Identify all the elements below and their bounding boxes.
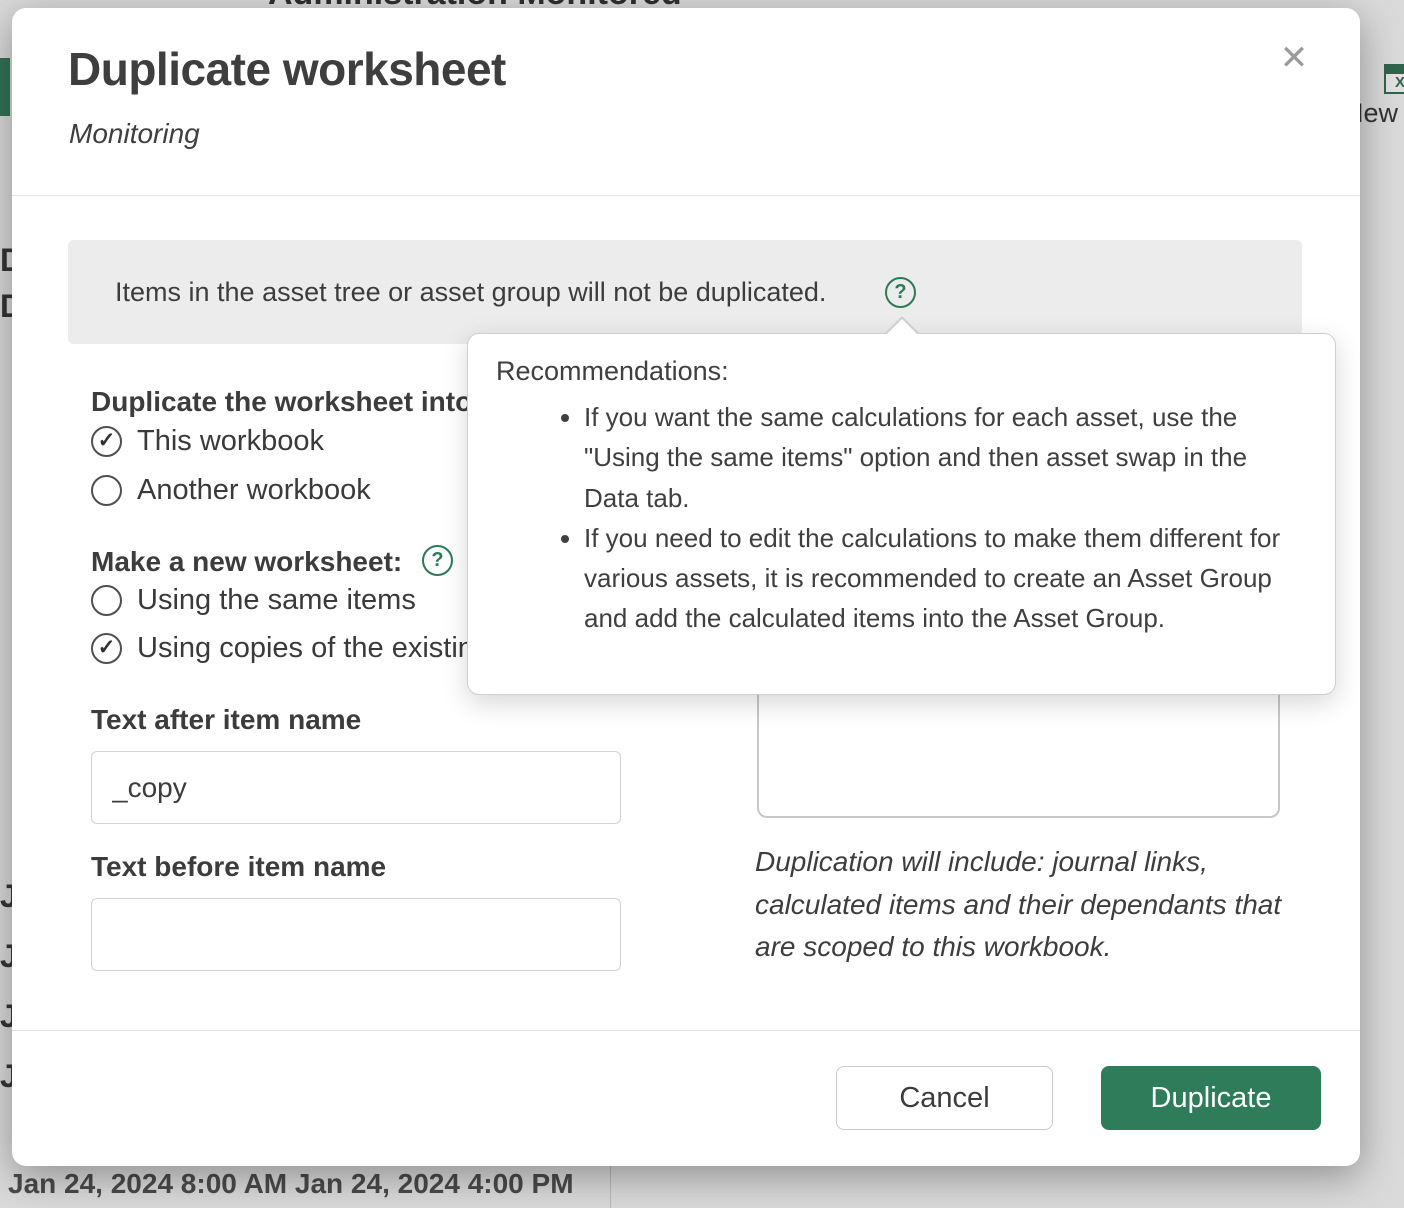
radio-icon: ✓ xyxy=(91,426,122,457)
cancel-button[interactable]: Cancel xyxy=(836,1066,1053,1130)
duplication-note: Duplication will include: journal links,… xyxy=(755,841,1285,969)
radio-icon xyxy=(91,585,122,616)
banner-help-icon[interactable]: ? xyxy=(885,277,916,308)
screenshot-stage: Administration Monitored X New Mo D D J … xyxy=(0,0,1404,1208)
new-worksheet-label: Make a new worksheet: xyxy=(91,546,402,578)
tooltip-bullet-list: If you want the same calculations for ea… xyxy=(496,397,1309,639)
tooltip-title: Recommendations: xyxy=(496,356,1309,387)
footer-divider xyxy=(12,1030,1360,1031)
radio-label: Using the same items xyxy=(137,584,416,617)
radio-this-workbook[interactable]: ✓ This workbook xyxy=(91,424,324,458)
text-after-input[interactable] xyxy=(91,751,621,824)
tooltip-bullet: If you need to edit the calculations to … xyxy=(584,518,1309,639)
radio-same-items[interactable]: Using the same items xyxy=(91,583,416,617)
radio-check-glyph: ✓ xyxy=(98,430,116,451)
radio-icon xyxy=(91,475,122,506)
text-before-input[interactable] xyxy=(91,898,621,971)
info-banner: Items in the asset tree or asset group w… xyxy=(68,240,1302,344)
info-banner-text: Items in the asset tree or asset group w… xyxy=(115,277,867,308)
radio-check-glyph: ✓ xyxy=(98,637,116,658)
modal-subtitle: Monitoring xyxy=(69,118,200,150)
radio-label: Another workbook xyxy=(137,474,371,507)
text-after-label: Text after item name xyxy=(91,704,361,736)
text-before-label: Text before item name xyxy=(91,851,386,883)
duplicate-worksheet-modal: Duplicate worksheet Monitoring ✕ Items i… xyxy=(12,8,1360,1166)
radio-label: This workbook xyxy=(137,425,324,458)
destination-label: Duplicate the worksheet into: xyxy=(91,386,482,418)
radio-icon: ✓ xyxy=(91,633,122,664)
header-divider xyxy=(12,195,1360,196)
new-worksheet-help-icon[interactable]: ? xyxy=(422,545,453,576)
radio-another-workbook[interactable]: Another workbook xyxy=(91,473,371,507)
modal-title: Duplicate worksheet xyxy=(68,42,506,96)
tooltip-bullet: If you want the same calculations for ea… xyxy=(584,397,1309,518)
recommendations-tooltip: Recommendations: If you want the same ca… xyxy=(467,333,1336,695)
duplicate-button[interactable]: Duplicate xyxy=(1101,1066,1321,1130)
close-icon[interactable]: ✕ xyxy=(1270,34,1318,82)
